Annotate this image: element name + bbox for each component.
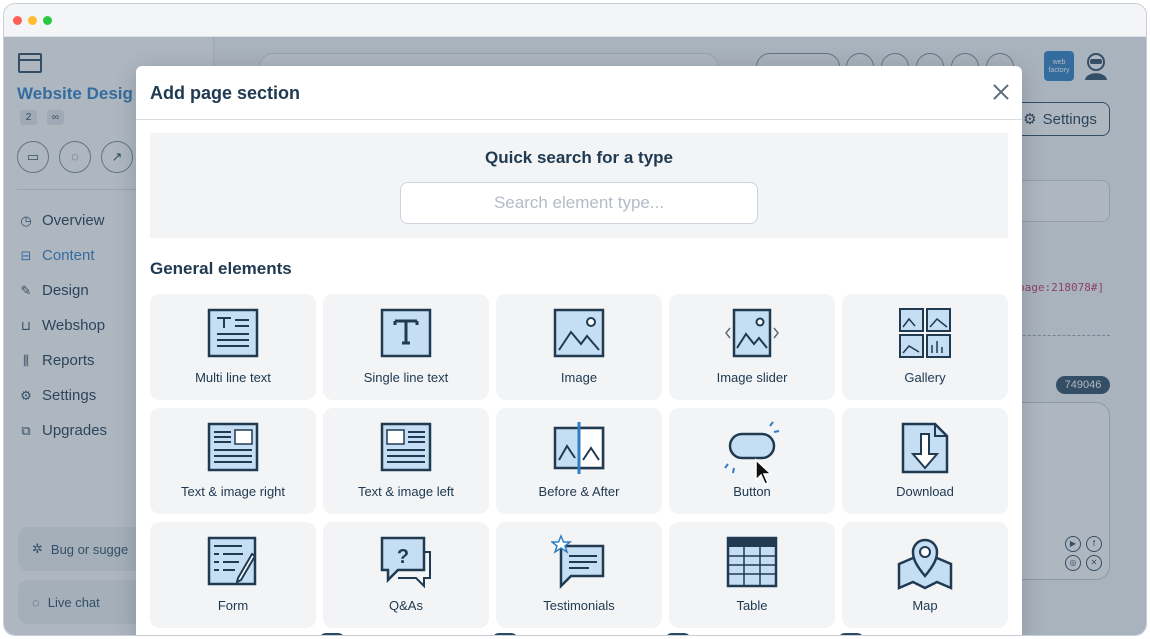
tile-form[interactable]: Form xyxy=(150,522,316,628)
text-image-right-icon xyxy=(207,422,259,472)
image-icon xyxy=(553,308,605,358)
tile-text-image-left[interactable]: Text & image left xyxy=(323,408,489,514)
close-icon[interactable] xyxy=(991,82,1011,102)
modal-header: Add page section xyxy=(136,66,1022,120)
tile-label: Map xyxy=(912,598,938,613)
minimize-window-button[interactable] xyxy=(28,16,37,25)
download-icon xyxy=(901,422,949,474)
modal-title: Add page section xyxy=(150,83,301,103)
tile-image[interactable]: Image xyxy=(496,294,662,400)
svg-text:?: ? xyxy=(397,546,409,568)
tile-label: Download xyxy=(896,484,954,499)
tile-qa[interactable]: ? Q&As xyxy=(323,522,489,628)
window-titlebar xyxy=(4,4,1146,37)
tile-label: Image slider xyxy=(716,370,788,385)
tile-testimonials[interactable]: Testimonials xyxy=(496,522,662,628)
tile-text-image-right[interactable]: Text & image right xyxy=(150,408,316,514)
tile-single-line-text[interactable]: Single line text xyxy=(323,294,489,400)
tile-label: Multi line text xyxy=(195,370,271,385)
pro-badge xyxy=(665,633,691,635)
quick-search-heading: Quick search for a type xyxy=(484,148,674,167)
tile-download[interactable]: Download xyxy=(842,408,1008,514)
single-line-text-icon xyxy=(380,308,432,358)
pro-badge xyxy=(492,633,518,635)
pro-badge xyxy=(838,633,864,635)
tile-image-slider[interactable]: Image slider xyxy=(669,294,835,400)
tile-button[interactable]: Button xyxy=(669,408,835,514)
tile-label: Testimonials xyxy=(543,598,615,613)
testimonials-icon xyxy=(551,534,605,590)
quick-search-panel: Quick search for a type xyxy=(150,133,1008,238)
add-page-section-modal: Add page section Quick search for a type… xyxy=(136,66,1022,635)
tile-label: Text & image right xyxy=(180,484,286,499)
image-slider-icon xyxy=(725,308,779,358)
tile-label: Single line text xyxy=(363,370,449,385)
form-icon xyxy=(207,536,257,586)
tile-label: Button xyxy=(733,484,771,499)
tile-label: Before & After xyxy=(538,484,620,499)
pro-badge xyxy=(319,633,345,635)
tile-before-after[interactable]: Before & After xyxy=(496,408,662,514)
map-icon xyxy=(897,538,953,590)
text-image-left-icon xyxy=(380,422,432,472)
general-elements-heading: General elements xyxy=(150,259,292,278)
gallery-icon xyxy=(899,308,951,358)
qa-icon: ? xyxy=(380,536,431,589)
close-window-button[interactable] xyxy=(13,16,22,25)
tile-label: Q&As xyxy=(389,598,423,613)
maximize-window-button[interactable] xyxy=(43,16,52,25)
tile-gallery[interactable]: Gallery xyxy=(842,294,1008,400)
table-icon xyxy=(726,536,778,588)
tile-label: Gallery xyxy=(904,370,946,385)
tile-label: Text & image left xyxy=(357,484,455,499)
tile-map[interactable]: Map xyxy=(842,522,1008,628)
tile-multi-line-text[interactable]: Multi line text xyxy=(150,294,316,400)
app-window: Website Desig 2 ∞ ▭ ◌ ↗ ◷ Overview ⊟ Con… xyxy=(3,3,1147,636)
multi-line-text-icon xyxy=(207,308,259,358)
mouse-cursor-icon xyxy=(755,458,773,485)
element-type-search-input[interactable] xyxy=(400,182,758,224)
tile-label: Table xyxy=(736,598,768,613)
element-type-grid: Multi line text Single line text Image I… xyxy=(150,294,1008,628)
tile-label: Image xyxy=(560,370,598,385)
before-after-icon xyxy=(553,422,605,474)
tile-label: Form xyxy=(217,598,249,613)
tile-table[interactable]: Table xyxy=(669,522,835,628)
